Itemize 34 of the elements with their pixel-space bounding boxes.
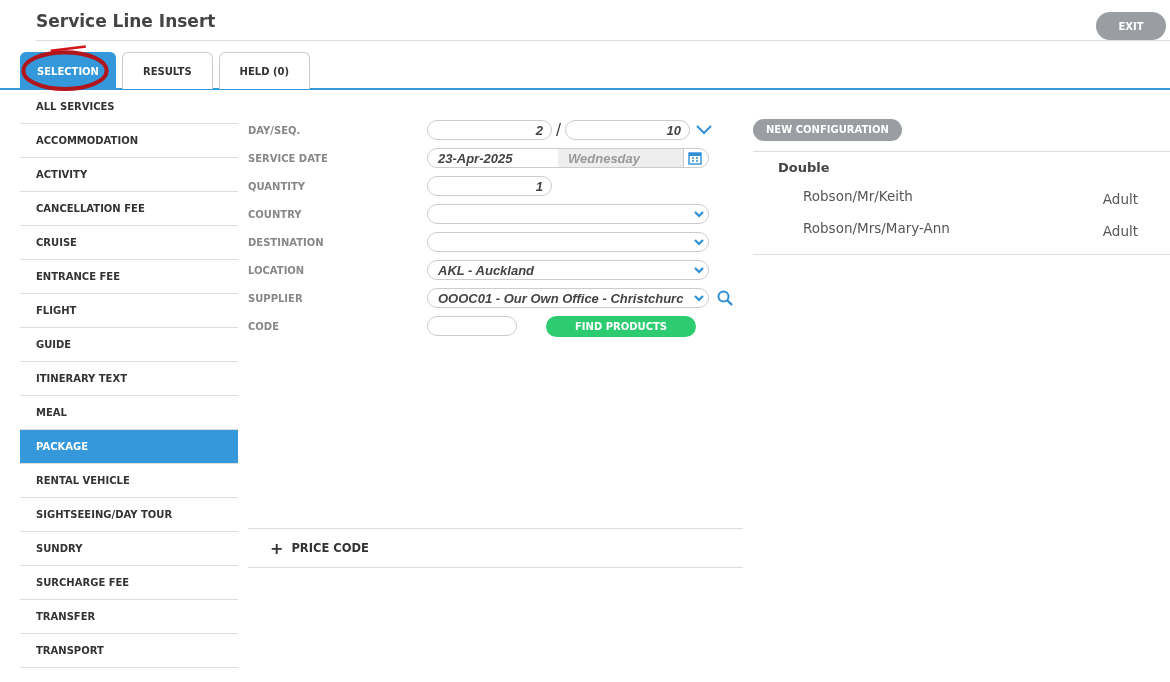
price-code-label: PRICE CODE	[291, 541, 369, 555]
code-field[interactable]	[427, 316, 517, 336]
passenger-name: Robson/Mrs/Mary-Ann	[803, 219, 950, 238]
field-label: QUANTITY	[248, 180, 307, 192]
chevron-down-icon	[694, 294, 704, 302]
room-type: Double	[777, 159, 831, 177]
calendar-icon[interactable]	[688, 151, 702, 165]
field-label: DAY/SEQ.	[248, 124, 302, 136]
field-label: COUNTRY	[248, 208, 303, 220]
day-field[interactable]: 2	[427, 120, 552, 140]
dropdown[interactable]: AKL - Auckland	[427, 260, 709, 280]
field-label: DESTINATION	[248, 236, 325, 248]
price-code-bar[interactable]: + PRICE CODE	[248, 528, 743, 568]
tab[interactable]: HELD (0)	[218, 52, 311, 89]
field-label: LOCATION	[248, 264, 306, 276]
field-label: SERVICE DATE	[248, 152, 329, 164]
quantity-field[interactable]: 1	[427, 176, 552, 196]
chevron-down-icon	[694, 266, 704, 274]
tab[interactable]: RESULTS	[122, 52, 213, 89]
chevron-down-icon	[694, 210, 704, 218]
chevron-down-icon[interactable]	[696, 125, 713, 135]
plus-icon: +	[270, 538, 284, 558]
search-icon[interactable]	[717, 290, 733, 306]
dropdown[interactable]: OOOC01 - Our Own Office - Christchurc	[427, 288, 709, 308]
chevron-down-icon	[694, 238, 704, 246]
separator: /	[556, 121, 562, 139]
passenger-name: Robson/Mr/Keith	[803, 187, 913, 206]
sequence-field[interactable]: 10	[565, 120, 691, 140]
passenger-type: Adult	[1102, 190, 1138, 209]
field-label: CODE	[248, 320, 280, 332]
field-label: SUPPLIER	[248, 292, 304, 304]
passenger-type: Adult	[1102, 222, 1138, 241]
page-title: Service Line Insert	[36, 11, 216, 31]
date-field[interactable]: 23-Apr-2025 Wednesday	[427, 148, 709, 168]
